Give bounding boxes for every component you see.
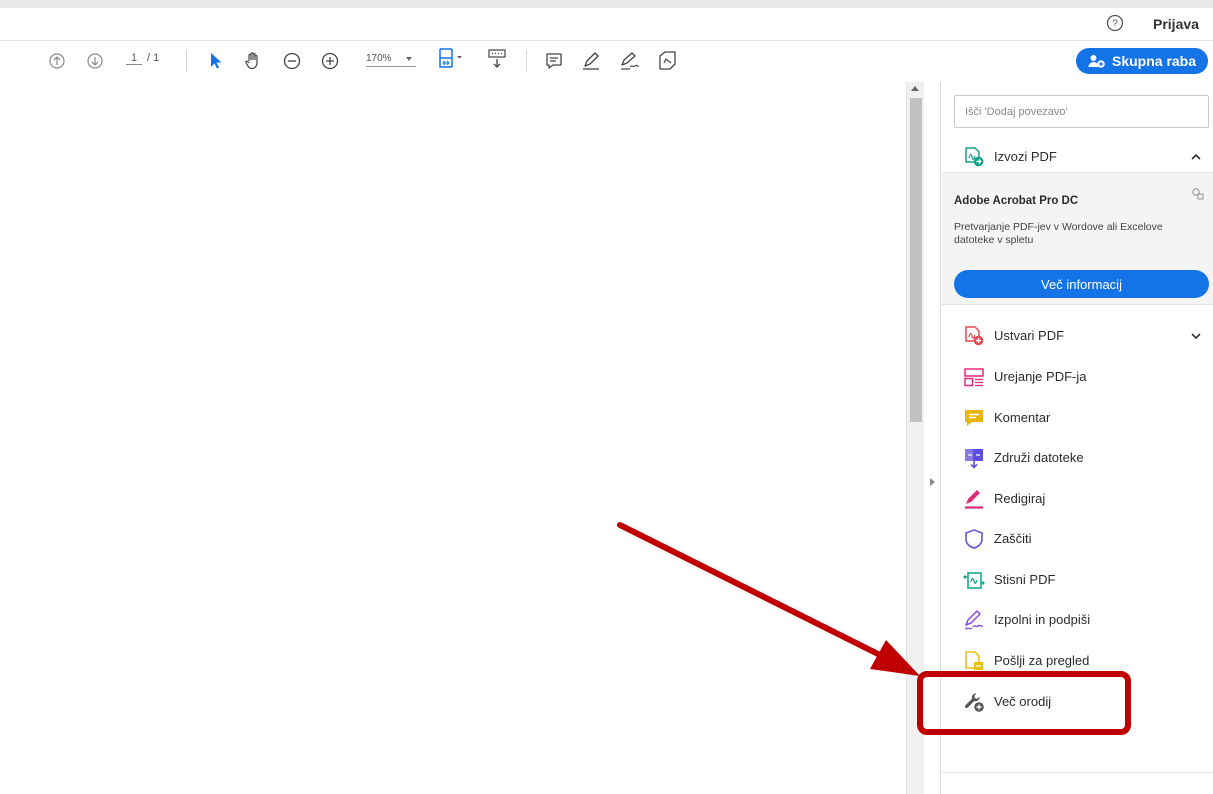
draw-button[interactable] xyxy=(618,49,642,73)
acrobat-window: ? Prijava 1 / 1 170% Skupna raba Išči 'D… xyxy=(0,0,1213,794)
tool-compress-pdf[interactable]: Stisni PDF xyxy=(942,560,1213,600)
export-pdf-icon xyxy=(965,147,984,167)
zoom-out-button[interactable] xyxy=(282,49,302,73)
tool-label: Izvozi PDF xyxy=(994,149,1057,164)
scroll-up-arrow-icon[interactable] xyxy=(911,86,919,91)
promo-description: Pretvarjanje PDF-jev v Wordove ali Excel… xyxy=(954,221,1163,246)
compress-pdf-icon xyxy=(963,572,985,589)
help-icon[interactable]: ? xyxy=(1104,12,1126,34)
annotation-highlight-box xyxy=(917,671,1131,735)
hand-tool-button[interactable] xyxy=(242,49,264,73)
fit-page-icon xyxy=(439,48,462,68)
scrollbar-thumb[interactable] xyxy=(910,98,922,422)
tool-label: Komentar xyxy=(994,410,1051,425)
collapse-panel-arrow-icon[interactable] xyxy=(930,478,935,486)
tool-label: Pošlji za pregled xyxy=(994,653,1090,668)
fill-sign-toolbar-button[interactable] xyxy=(656,49,678,73)
add-comment-button[interactable] xyxy=(544,49,564,73)
tool-create-pdf[interactable]: Ustvari PDF xyxy=(942,316,1213,356)
chevron-down-icon[interactable] xyxy=(1190,330,1202,342)
tool-label: Urejanje PDF-ja xyxy=(994,369,1087,384)
fill-sign-icon xyxy=(965,610,984,630)
tool-combine-files[interactable]: Združi datoteke xyxy=(942,438,1213,478)
tool-protect[interactable]: Zaščiti xyxy=(942,519,1213,559)
tool-fill-sign[interactable]: Izpolni in podpiši xyxy=(942,600,1213,640)
tool-redact[interactable]: Redigiraj xyxy=(942,479,1213,519)
page-number-input[interactable]: 1 xyxy=(126,52,142,65)
add-user-icon xyxy=(1088,55,1105,68)
page-total: / 1 xyxy=(147,52,160,64)
arrow-up-circle-icon xyxy=(49,53,65,69)
chevron-up-icon[interactable] xyxy=(1190,151,1202,163)
zoom-in-icon xyxy=(321,52,339,70)
send-review-icon xyxy=(965,651,983,670)
fit-page-button[interactable] xyxy=(436,47,466,71)
share-button[interactable]: Skupna raba xyxy=(1076,48,1208,74)
toolbar-divider xyxy=(526,50,527,72)
panel-divider xyxy=(942,772,1213,773)
arrow-down-circle-icon xyxy=(87,53,103,69)
tool-comment[interactable]: Komentar xyxy=(942,398,1213,438)
tool-export-pdf[interactable]: Izvozi PDF xyxy=(942,137,1213,177)
comment-icon xyxy=(965,410,983,426)
tool-label: Zaščiti xyxy=(994,531,1032,546)
keyboard-icon xyxy=(488,49,506,68)
sign-tag-icon xyxy=(659,51,676,70)
cursor-arrow-icon xyxy=(211,53,222,69)
chevron-down-icon xyxy=(406,57,412,61)
share-button-label: Skupna raba xyxy=(1111,53,1197,69)
more-info-button[interactable]: Več informacij xyxy=(954,270,1209,298)
promo-title: Adobe Acrobat Pro DC xyxy=(954,195,1079,207)
combine-files-icon xyxy=(965,449,983,469)
toolbar xyxy=(0,41,1213,81)
pin-icon[interactable] xyxy=(1191,187,1205,201)
prev-page-button[interactable] xyxy=(48,49,66,73)
tool-edit-pdf[interactable]: Urejanje PDF-ja xyxy=(942,357,1213,397)
pen-draw-icon xyxy=(621,52,640,70)
edit-pdf-icon xyxy=(964,368,984,387)
tool-label: Redigiraj xyxy=(994,491,1046,506)
comment-note-icon xyxy=(546,53,562,69)
sign-in-link[interactable]: Prijava xyxy=(1153,16,1199,32)
zoom-in-button[interactable] xyxy=(320,49,340,73)
hand-icon xyxy=(245,52,258,70)
tool-label: Združi datoteke xyxy=(994,450,1084,465)
select-tool-button[interactable] xyxy=(206,49,224,73)
zoom-out-icon xyxy=(283,52,301,70)
create-pdf-icon xyxy=(965,326,984,346)
tool-search-input[interactable] xyxy=(954,95,1209,128)
top-bar: ? Prijava xyxy=(0,0,1213,41)
next-page-button[interactable] xyxy=(86,49,104,73)
tool-label: Ustvari PDF xyxy=(994,328,1065,343)
highlighter-icon xyxy=(583,52,599,70)
tool-label: Izpolni in podpiši xyxy=(994,612,1091,627)
keyboard-tool-button[interactable] xyxy=(486,47,508,71)
protect-icon xyxy=(965,529,983,549)
tool-label: Stisni PDF xyxy=(994,572,1056,587)
document-view[interactable] xyxy=(0,82,906,794)
highlight-button[interactable] xyxy=(580,49,602,73)
toolbar-divider xyxy=(186,50,187,72)
redact-icon xyxy=(965,490,983,509)
promo-card: Adobe Acrobat Pro DC Pretvarjanje PDF-je… xyxy=(942,172,1213,305)
svg-text:?: ? xyxy=(1112,19,1118,30)
